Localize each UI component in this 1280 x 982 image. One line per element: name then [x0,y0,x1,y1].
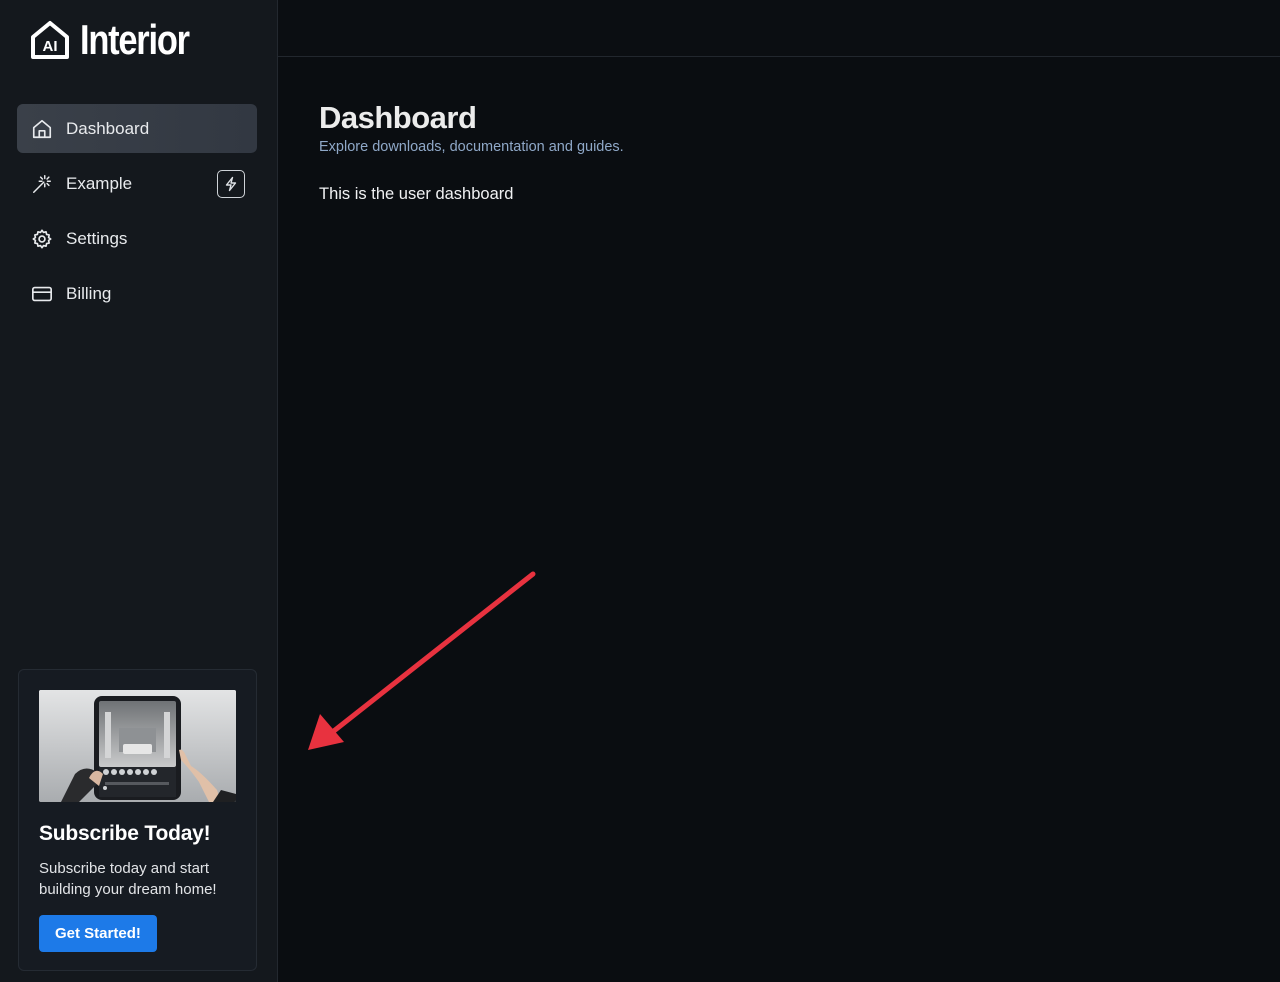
logo-text: Interior [80,16,190,63]
sidebar-item-label: Example [66,173,133,193]
gear-icon [30,227,54,251]
credit-card-icon [30,282,54,306]
sidebar-item-example[interactable]: Example [17,159,257,208]
lightning-icon [225,176,237,191]
get-started-button[interactable]: Get Started! [39,915,157,952]
lightning-badge[interactable] [217,169,245,198]
sidebar-nav: Dashboard Example Settings Billing [17,104,257,324]
magic-wand-icon [30,172,54,196]
promo-title: Subscribe Today! [39,822,211,845]
sidebar-item-dashboard[interactable]: Dashboard [17,104,257,153]
tablet-interior-image [39,690,236,802]
sidebar-item-label: Billing [66,283,112,303]
page-subtitle: Explore downloads, documentation and gui… [319,139,624,155]
sidebar: AI Interior Dashboard Example Settings B… [0,0,278,982]
top-bar [278,0,1280,57]
promo-text: Subscribe today and start building your … [39,860,217,898]
logo-house-icon: AI [31,21,69,59]
subscribe-card: Subscribe Today! Subscribe today and sta… [18,669,257,971]
page-body-text: This is the user dashboard [319,185,514,203]
logo-badge-text: AI [43,38,58,55]
home-icon [30,117,54,141]
sidebar-item-label: Settings [66,228,128,248]
logo[interactable]: AI Interior [28,16,213,64]
app-root: AI Interior Dashboard Example Settings B… [0,0,1280,982]
main-content: Dashboard Explore downloads, documentati… [319,100,624,204]
sidebar-item-billing[interactable]: Billing [17,269,257,318]
page-title: Dashboard [319,100,477,135]
sidebar-item-label: Dashboard [66,118,150,138]
sidebar-item-settings[interactable]: Settings [17,214,257,263]
